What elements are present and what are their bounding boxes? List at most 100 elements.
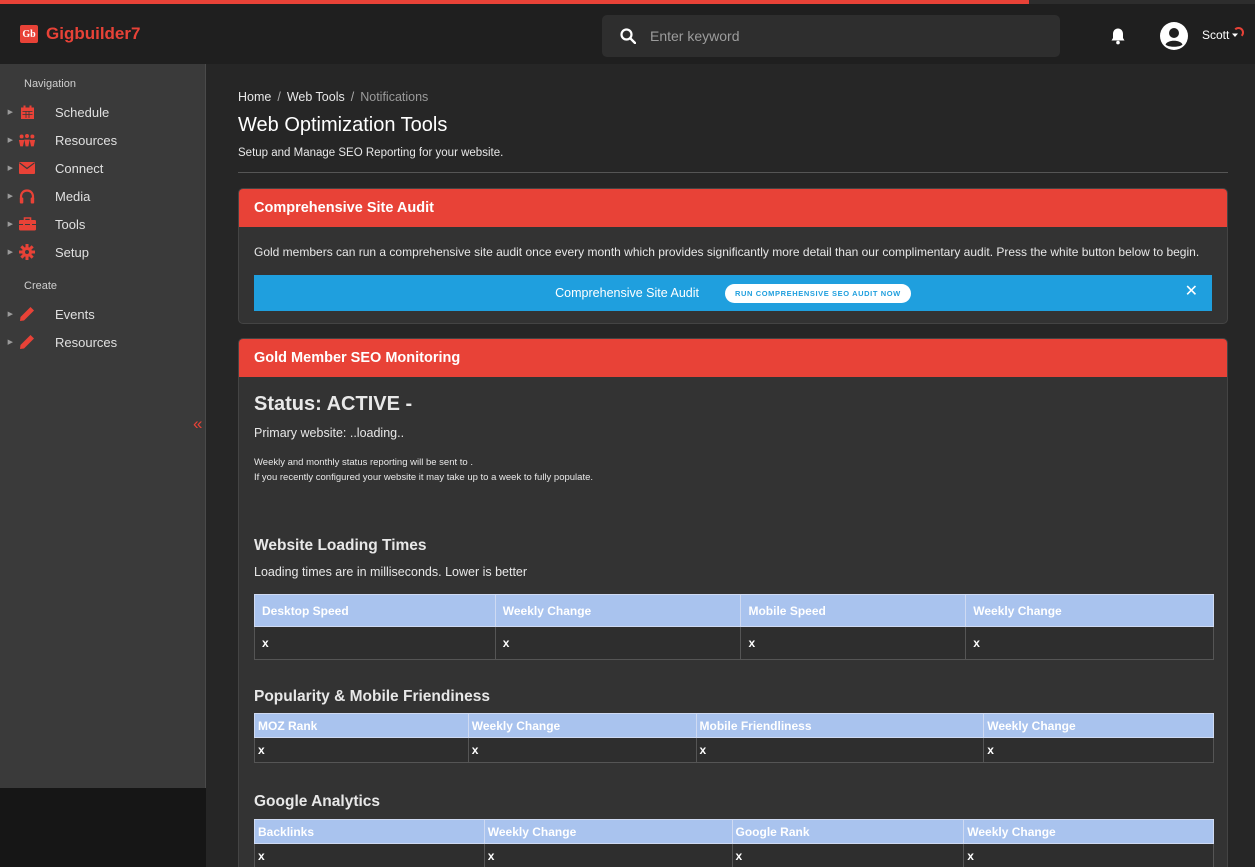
column-header: Backlinks [254, 819, 485, 844]
report-note: Weekly and monthly status reporting will… [254, 457, 473, 468]
top-bar: Gb Gigbuilder7 Scott [0, 4, 1255, 64]
card-header: Comprehensive Site Audit [239, 189, 1227, 227]
table-row: x x x x [254, 843, 1214, 867]
audit-description: Gold members can run a comprehensive sit… [254, 245, 1200, 259]
site-audit-card: Comprehensive Site Audit Gold members ca… [238, 188, 1228, 324]
table-cell: x [254, 843, 485, 867]
run-seo-audit-button[interactable]: RUN COMPREHENSIVE SEO AUDIT NOW [725, 283, 911, 303]
brand[interactable]: Gb Gigbuilder7 [20, 4, 140, 64]
sidebar-item-create-resources[interactable]: ▶ Resources [0, 329, 206, 355]
loading-spinner-icon [1233, 27, 1244, 38]
column-header: Desktop Speed [254, 594, 496, 627]
popularity-table: MOZ Rank Weekly Change Mobile Friendline… [254, 713, 1214, 763]
column-header: Weekly Change [494, 594, 742, 627]
bell-icon[interactable] [1108, 26, 1128, 46]
sidebar-collapse-icon[interactable]: « [193, 415, 202, 432]
search-bar[interactable] [602, 15, 1060, 57]
sidebar-footer [0, 788, 206, 867]
breadcrumb-home[interactable]: Home [238, 90, 271, 104]
page-subtitle: Setup and Manage SEO Reporting for your … [238, 147, 504, 159]
column-header: MOZ Rank [254, 713, 469, 738]
sidebar-item-label: Resources [55, 334, 118, 350]
table-cell: x [983, 737, 1214, 763]
table-cell: x [963, 843, 1214, 867]
table-cell: x [965, 626, 1214, 660]
headphones-icon [18, 187, 36, 205]
caret-right-icon: ▶ [7, 193, 13, 200]
primary-website: Primary website: ..loading.. [254, 426, 405, 440]
column-header: Weekly Change [965, 594, 1214, 627]
caret-right-icon: ▶ [7, 339, 13, 346]
sidebar-item-resources[interactable]: ▶ Resources [0, 127, 206, 153]
caret-right-icon: ▶ [7, 109, 13, 116]
avatar-icon[interactable] [1160, 22, 1188, 50]
sidebar-item-label: Setup [55, 244, 89, 260]
create-heading: Create [24, 280, 58, 292]
section-title: Website Loading Times [254, 537, 427, 554]
sidebar-item-label: Events [55, 306, 95, 322]
sidebar-item-media[interactable]: ▶ Media [0, 183, 206, 209]
populate-note: If you recently configured your website … [254, 472, 594, 483]
table-cell: x [254, 737, 469, 763]
page-title: Web Optimization Tools [238, 114, 448, 136]
divider [238, 172, 1228, 173]
card-header: Gold Member SEO Monitoring [239, 339, 1227, 377]
pencil-icon [18, 333, 36, 351]
column-header: Weekly Change [483, 819, 733, 844]
section-description: Loading times are in milliseconds. Lower… [254, 565, 528, 579]
audit-banner: Comprehensive Site Audit RUN COMPREHENSI… [254, 275, 1212, 311]
sidebar-item-setup[interactable]: ▶ Setup [0, 239, 206, 265]
caret-right-icon: ▶ [7, 221, 13, 228]
table-row: x x x x [254, 626, 1214, 660]
column-header: Mobile Speed [740, 594, 967, 627]
seo-monitoring-card: Gold Member SEO Monitoring Status: ACTIV… [238, 338, 1228, 867]
column-header: Mobile Friendliness [695, 713, 985, 738]
breadcrumb-current: Notifications [360, 90, 429, 104]
caret-right-icon: ▶ [7, 311, 13, 318]
breadcrumb-separator: / [277, 90, 281, 104]
gear-icon [18, 243, 36, 261]
breadcrumb-separator: / [350, 90, 355, 104]
close-icon[interactable]: ✕ [1185, 283, 1198, 301]
sidebar-item-schedule[interactable]: ▶ Schedule [0, 99, 206, 125]
caret-right-icon: ▶ [7, 165, 13, 172]
audit-banner-label: Comprehensive Site Audit [555, 286, 699, 300]
table-cell: x [467, 737, 697, 763]
brand-logo: Gb [20, 25, 38, 43]
envelope-icon [18, 159, 36, 177]
section-title: Google Analytics [254, 793, 381, 810]
column-header: Google Rank [731, 819, 965, 844]
people-icon [18, 131, 36, 149]
breadcrumb: Home / Web Tools / Notifications [238, 90, 428, 104]
column-header: Weekly Change [467, 713, 697, 738]
table-cell: x [494, 626, 742, 660]
sidebar-item-tools[interactable]: ▶ Tools [0, 211, 206, 237]
nav-heading: Navigation [24, 78, 76, 90]
column-header: Weekly Change [983, 713, 1214, 738]
user-name: Scott [1202, 28, 1230, 42]
search-input[interactable] [650, 28, 1030, 44]
table-cell: x [254, 626, 496, 660]
sidebar-item-create-events[interactable]: ▶ Events [0, 301, 206, 327]
caret-right-icon: ▶ [7, 249, 13, 256]
search-icon [620, 28, 636, 44]
sidebar-item-label: Media [55, 188, 91, 204]
sidebar-item-label: Tools [55, 216, 86, 232]
pencil-icon [18, 305, 36, 323]
table-cell: x [695, 737, 985, 763]
calendar-icon [18, 103, 36, 121]
status-title: Status: ACTIVE - [254, 393, 413, 415]
table-row: x x x x [254, 737, 1214, 763]
table-cell: x [740, 626, 967, 660]
sidebar-item-label: Schedule [55, 104, 110, 120]
breadcrumb-web-tools[interactable]: Web Tools [287, 90, 345, 104]
sidebar-item-connect[interactable]: ▶ Connect [0, 155, 206, 181]
sidebar-item-label: Connect [55, 160, 104, 176]
sidebar-item-label: Resources [55, 132, 118, 148]
column-header: Weekly Change [963, 819, 1214, 844]
main-content: Home / Web Tools / Notifications Web Opt… [207, 64, 1255, 867]
toolbox-icon [18, 215, 36, 233]
google-analytics-table: Backlinks Weekly Change Google Rank Week… [254, 819, 1214, 867]
brand-name: Gigbuilder7 [46, 24, 141, 43]
caret-right-icon: ▶ [7, 137, 13, 144]
